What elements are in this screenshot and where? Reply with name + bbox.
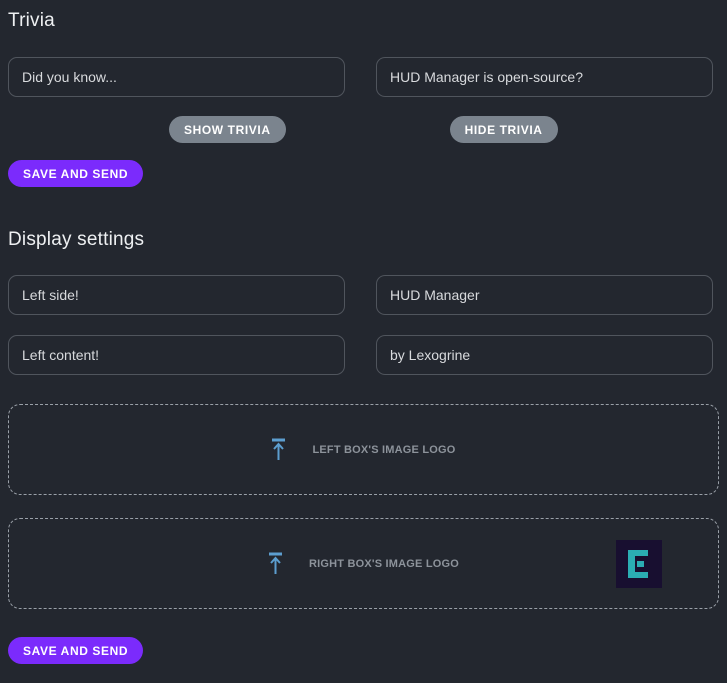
left-dropzone-label: LEFT BOX'S IMAGE LOGO xyxy=(312,444,455,456)
right-logo-dropzone[interactable]: RIGHT BOX'S IMAGE LOGO xyxy=(8,518,719,609)
hide-trivia-button[interactable]: HIDE TRIVIA xyxy=(450,116,558,143)
right-side-title-input[interactable] xyxy=(376,275,713,315)
trivia-question-input[interactable] xyxy=(8,57,345,97)
upload-icon xyxy=(268,552,283,575)
right-dropzone-label: RIGHT BOX'S IMAGE LOGO xyxy=(309,558,459,570)
trivia-answer-input[interactable] xyxy=(376,57,713,97)
left-side-title-input[interactable] xyxy=(8,275,345,315)
right-content-input[interactable] xyxy=(376,335,713,375)
trivia-inputs-row xyxy=(8,57,727,97)
uploaded-logo-preview xyxy=(616,540,662,588)
logo-E-icon xyxy=(628,550,650,578)
trivia-buttons-row: SHOW TRIVIA HIDE TRIVIA xyxy=(8,116,727,143)
display-save-and-send-button[interactable]: SAVE AND SEND xyxy=(8,637,143,664)
display-inputs-row-1 xyxy=(8,275,727,315)
trivia-save-and-send-button[interactable]: SAVE AND SEND xyxy=(8,160,143,187)
left-content-input[interactable] xyxy=(8,335,345,375)
left-logo-dropzone[interactable]: LEFT BOX'S IMAGE LOGO xyxy=(8,404,719,495)
show-trivia-button[interactable]: SHOW TRIVIA xyxy=(169,116,286,143)
hud-manager-settings-page: Trivia SHOW TRIVIA HIDE TRIVIA SAVE AND … xyxy=(0,0,727,683)
display-settings-title: Display settings xyxy=(8,229,727,251)
upload-icon xyxy=(271,438,286,461)
display-inputs-row-2 xyxy=(8,335,727,375)
trivia-section-title: Trivia xyxy=(8,0,727,32)
